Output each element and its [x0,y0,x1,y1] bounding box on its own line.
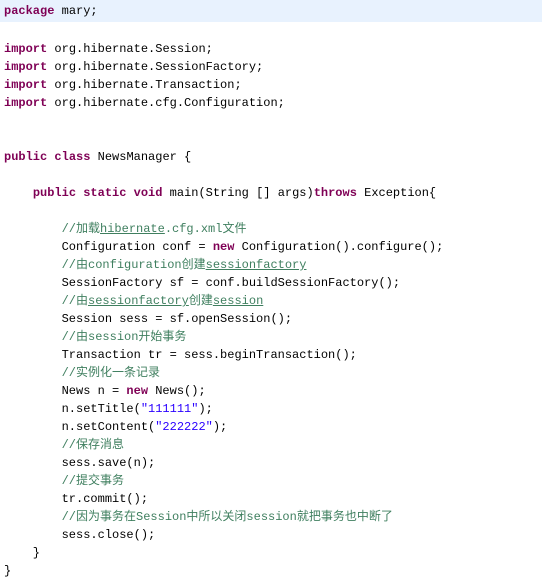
code-text: Transaction tr = sess.beginTransaction()… [62,348,357,362]
main-signature-part1: main(String [] args) [162,186,313,200]
imports-block: import org.hibernate.Session;import org.… [0,40,542,112]
code-text: Session sess = sf.openSession(); [62,312,292,326]
code-text: tr.commit(); [62,492,148,506]
keyword-import: import [4,78,47,92]
code-line: n.setContent("222222"); [0,418,542,436]
comment: //加载hibernate.cfg.xml文件 [62,222,247,236]
comment: //由configuration创建sessionfactory [62,258,307,272]
code-line: //实例化一条记录 [0,364,542,382]
package-line: package mary; [0,0,542,22]
main-signature-part2: Exception{ [357,186,436,200]
main-method-declaration: public static void main(String [] args)t… [0,184,542,202]
keyword-public: public [33,186,76,200]
comment: //因为事务在Session中所以关闭session就把事务也中断了 [62,510,393,524]
class-declaration: public class NewsManager { [0,148,542,166]
blank-line [0,22,542,40]
string-literal: "222222" [155,420,213,434]
code-line: //加载hibernate.cfg.xml文件 [0,220,542,238]
keyword-throws: throws [314,186,357,200]
keyword-public: public [4,150,47,164]
code-text: SessionFactory sf = conf.buildSessionFac… [62,276,400,290]
keyword-class: class [54,150,90,164]
import-line: import org.hibernate.cfg.Configuration; [0,94,542,112]
code-line: SessionFactory sf = conf.buildSessionFac… [0,274,542,292]
close-class: } [0,562,542,580]
code-line: Transaction tr = sess.beginTransaction()… [0,346,542,364]
keyword-void: void [134,186,163,200]
import-line: import org.hibernate.Session; [0,40,542,58]
code-line: //由configuration创建sessionfactory [0,256,542,274]
code-line: Session sess = sf.openSession(); [0,310,542,328]
code-line: n.setTitle("111111"); [0,400,542,418]
keyword-import: import [4,60,47,74]
blank-line [0,202,542,220]
code-line: //因为事务在Session中所以关闭session就把事务也中断了 [0,508,542,526]
package-name: mary; [54,4,97,18]
class-name: NewsManager { [90,150,191,164]
import-path: org.hibernate.Session; [47,42,213,56]
comment: //提交事务 [62,474,124,488]
code-line: //由sessionfactory创建session [0,292,542,310]
code-line: News n = new News(); [0,382,542,400]
keyword-new: new [126,384,148,398]
import-path: org.hibernate.SessionFactory; [47,60,263,74]
blank-line [0,166,542,184]
blank-line [0,112,542,130]
code-line: tr.commit(); [0,490,542,508]
keyword-import: import [4,96,47,110]
code-line: sess.save(n); [0,454,542,472]
import-line: import org.hibernate.SessionFactory; [0,58,542,76]
code-text: sess.close(); [62,528,156,542]
blank-line [0,130,542,148]
import-path: org.hibernate.cfg.Configuration; [47,96,285,110]
comment: //由sessionfactory创建session [62,294,264,308]
keyword-new: new [213,240,235,254]
method-body: //加载hibernate.cfg.xml文件 Configuration co… [0,202,542,544]
string-literal: "111111" [141,402,199,416]
keyword-static: static [83,186,126,200]
code-text: sess.save(n); [62,456,156,470]
code-line: //由session开始事务 [0,328,542,346]
code-line: Configuration conf = new Configuration()… [0,238,542,256]
import-line: import org.hibernate.Transaction; [0,76,542,94]
code-line: //保存消息 [0,436,542,454]
code-line: sess.close(); [0,526,542,544]
code-line: //提交事务 [0,472,542,490]
import-path: org.hibernate.Transaction; [47,78,241,92]
close-method: } [0,544,542,562]
keyword-package: package [4,4,54,18]
keyword-import: import [4,42,47,56]
comment: //保存消息 [62,438,124,452]
comment: //实例化一条记录 [62,366,160,380]
comment: //由session开始事务 [62,330,187,344]
